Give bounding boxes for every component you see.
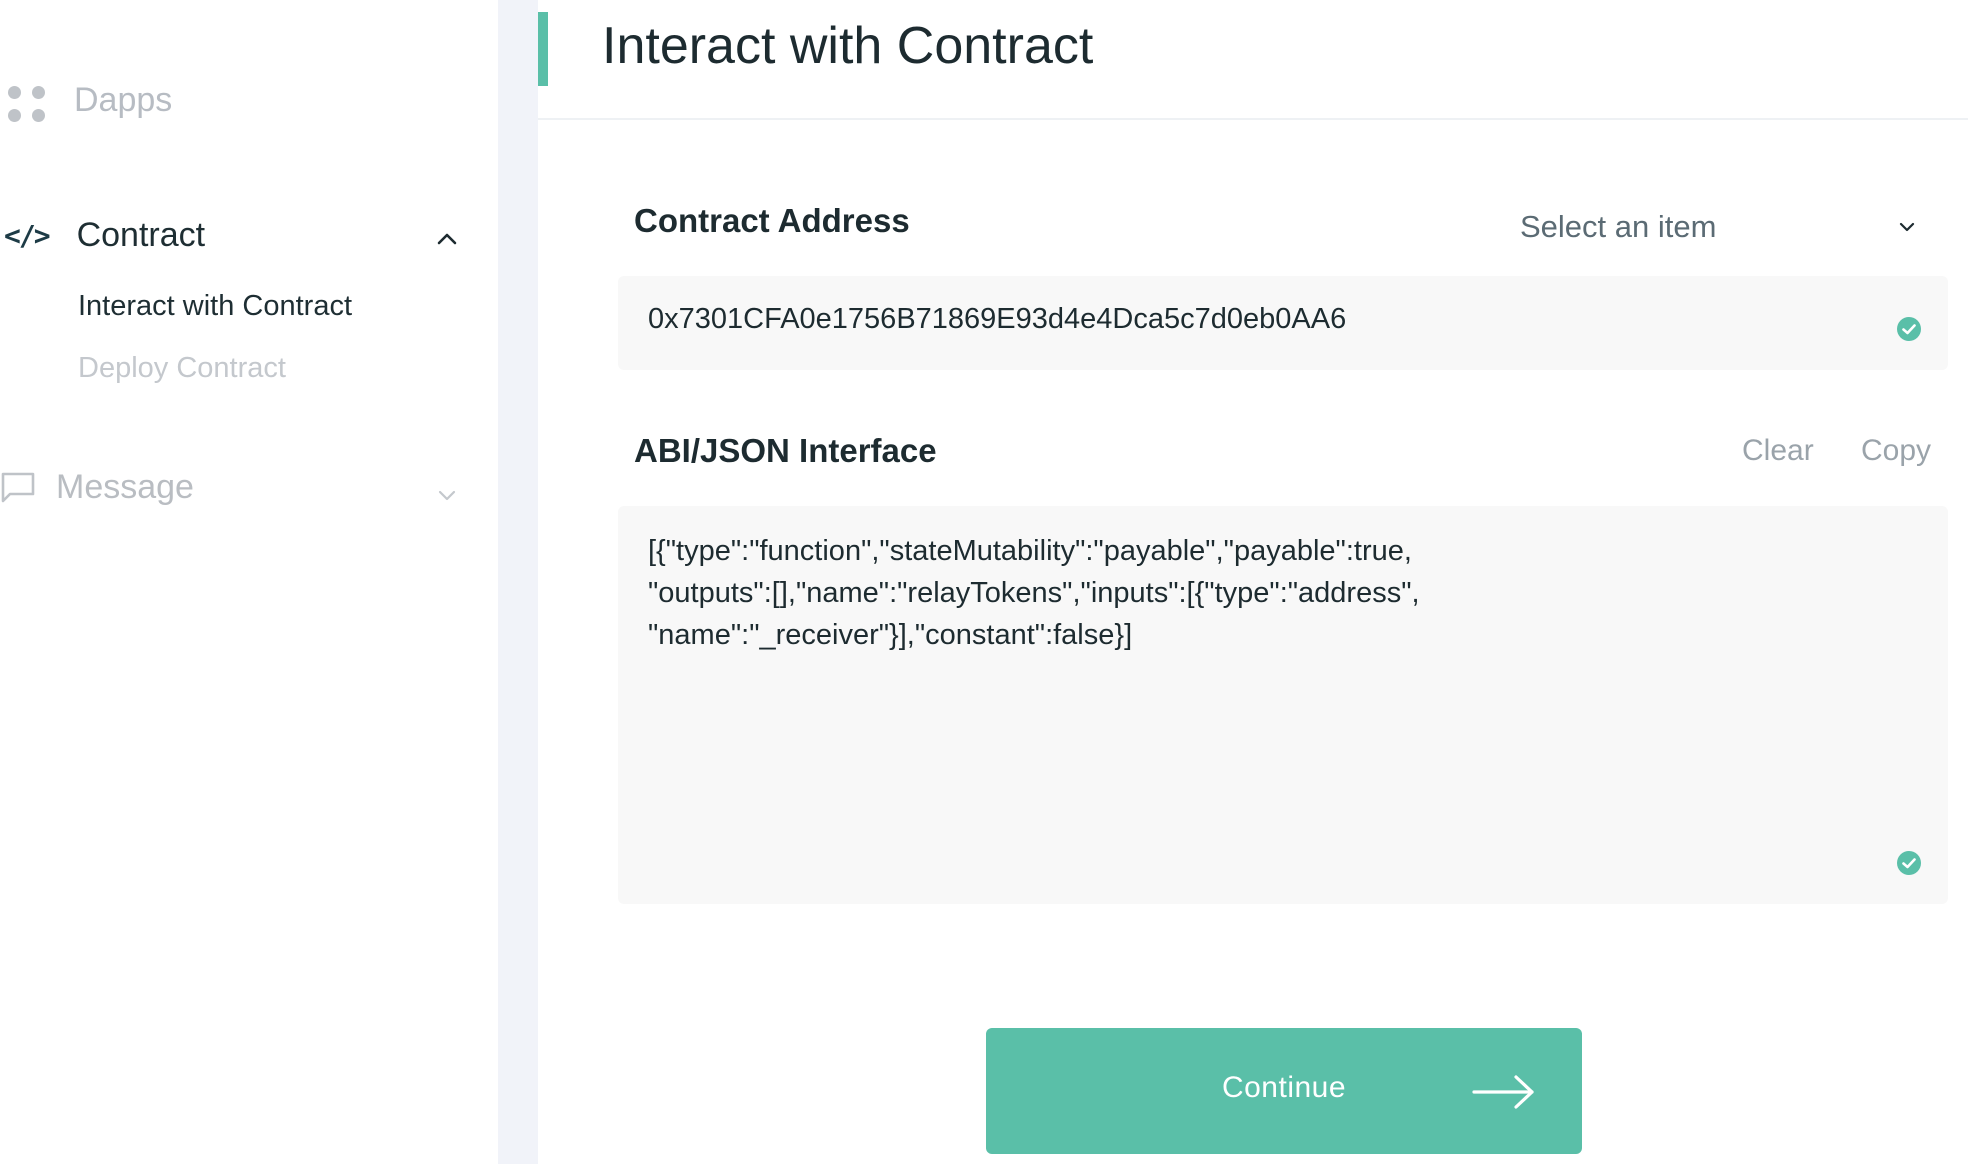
copy-button[interactable]: Copy <box>1861 434 1931 468</box>
check-circle-icon <box>1897 851 1921 875</box>
contract-address-label: Contract Address <box>634 202 910 239</box>
sidebar-item-dapps[interactable]: Dapps <box>6 80 173 122</box>
check-circle-icon <box>1897 317 1921 341</box>
contract-address-value: 0x7301CFA0e1756B71869E93d4e4Dca5c7d0eb0A… <box>648 303 1347 335</box>
sidebar-item-message[interactable]: Message <box>0 468 194 507</box>
sidebar-item-label: Message <box>56 468 194 506</box>
sidebar-subitem-interact-with-contract[interactable]: Interact with Contract <box>78 290 352 323</box>
contract-address-input[interactable]: 0x7301CFA0e1756B71869E93d4e4Dca5c7d0eb0A… <box>618 276 1948 370</box>
sidebar-item-label: Dapps <box>74 80 173 119</box>
sidebar-item-contract[interactable]: </> Contract <box>4 216 205 255</box>
title-accent-bar <box>538 12 548 86</box>
contract-address-select[interactable]: Select an item <box>1520 204 1920 250</box>
clear-button[interactable]: Clear <box>1742 434 1814 468</box>
select-placeholder: Select an item <box>1520 209 1717 244</box>
continue-button[interactable]: Continue <box>986 1028 1582 1154</box>
sidebar-subitem-deploy-contract[interactable]: Deploy Contract <box>78 352 286 385</box>
code-icon: </> <box>4 219 51 252</box>
chevron-down-icon[interactable] <box>432 480 462 510</box>
abi-textarea[interactable]: [{"type":"function","stateMutability":"p… <box>618 506 1948 904</box>
message-icon <box>1 472 35 502</box>
chevron-down-icon <box>1899 222 1915 232</box>
grid-dots-icon <box>6 80 46 122</box>
abi-value: [{"type":"function","stateMutability":"p… <box>648 535 1420 651</box>
abi-interface-label: ABI/JSON Interface <box>634 432 937 469</box>
chevron-up-icon[interactable] <box>432 224 462 254</box>
sidebar-divider <box>498 0 538 1164</box>
sidebar-item-label: Contract <box>76 216 206 254</box>
sidebar: Dapps </> Contract Interact with Contrac… <box>0 0 498 1164</box>
arrow-right-icon <box>1472 1075 1534 1109</box>
page-title: Interact with Contract <box>602 17 1094 75</box>
